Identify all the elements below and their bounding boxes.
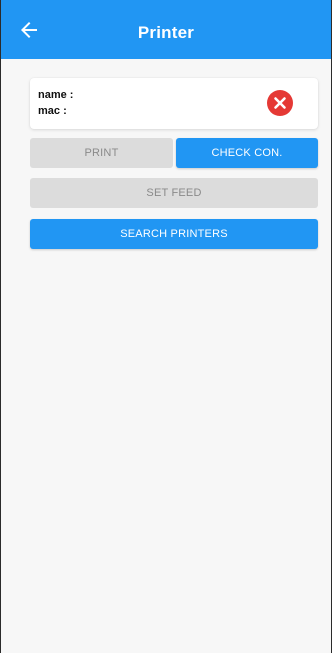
arrow-left-icon [21, 22, 37, 38]
back-button[interactable] [17, 18, 41, 42]
close-circle-icon [267, 90, 293, 116]
set-feed-button[interactable]: SET FEED [30, 178, 318, 208]
printer-info-card: name : mac : [30, 78, 318, 129]
app-bar: Printer [1, 0, 331, 59]
search-printers-button[interactable]: SEARCH PRINTERS [30, 219, 318, 249]
print-button[interactable]: PRINT [30, 138, 173, 168]
page-title: Printer [137, 23, 195, 42]
screen: Printer name : mac : PRINT CHECK CON. SE… [0, 0, 332, 653]
printer-mac-label: mac : [38, 105, 67, 117]
check-connection-button[interactable]: CHECK CON. [176, 138, 318, 168]
printer-name-label: name : [38, 89, 74, 101]
